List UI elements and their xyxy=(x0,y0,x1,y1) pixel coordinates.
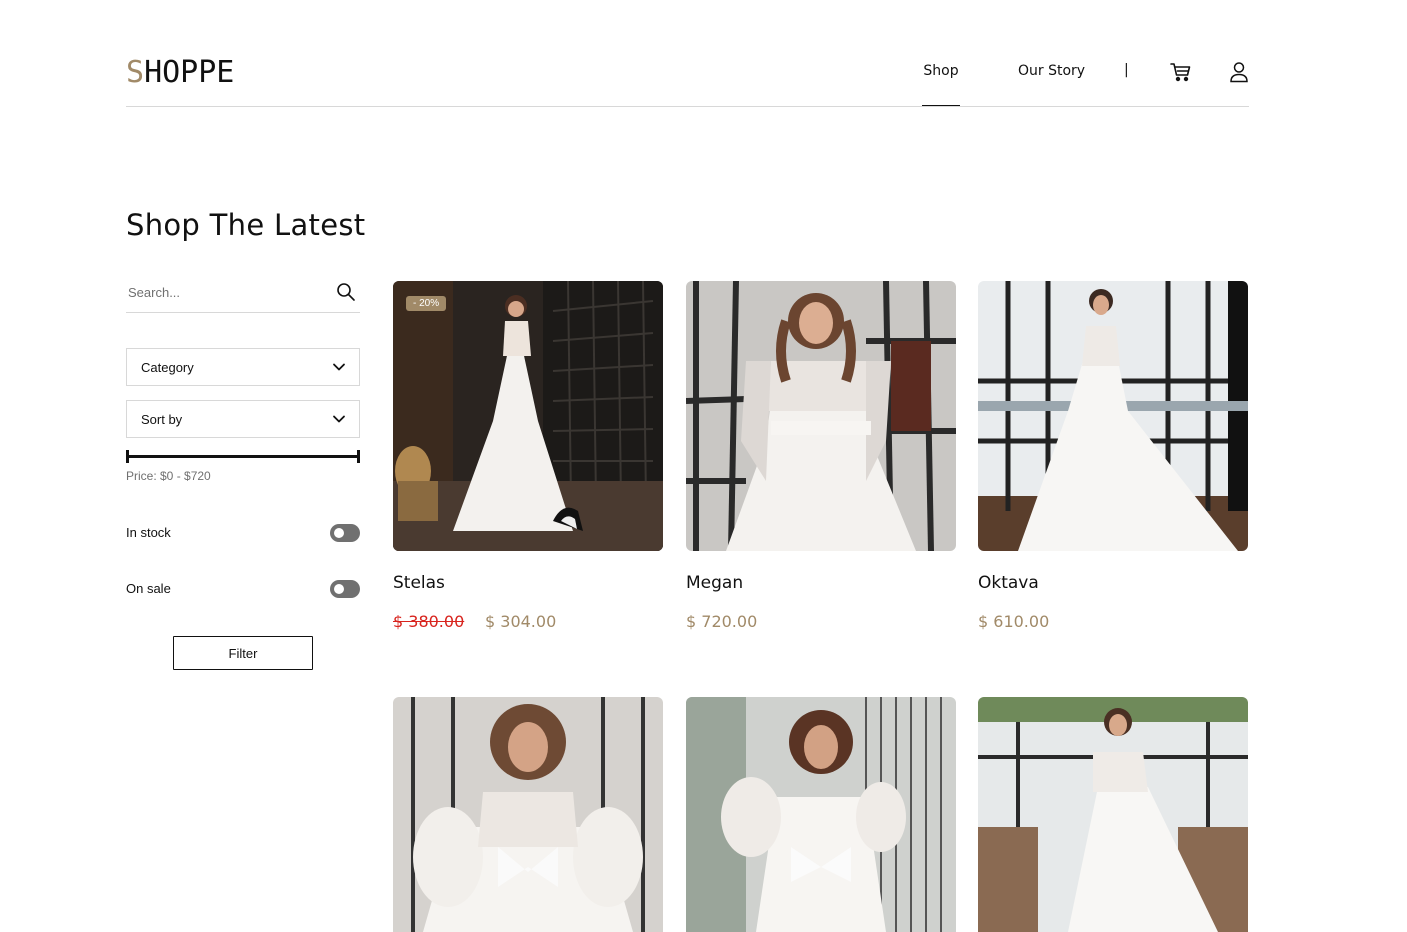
nav-shop-link[interactable]: Shop xyxy=(922,63,960,105)
on-sale-label: On sale xyxy=(126,581,171,596)
toggle-knob xyxy=(334,528,344,538)
product-image[interactable] xyxy=(978,697,1248,932)
nav-active-underline xyxy=(922,105,960,106)
product-price: $ 610.00 xyxy=(978,612,1050,631)
toggle-knob xyxy=(334,584,344,594)
price-range-track[interactable] xyxy=(126,455,360,458)
price-range-max-handle[interactable] xyxy=(357,450,360,463)
search-input[interactable] xyxy=(126,278,330,306)
chevron-down-icon xyxy=(332,361,346,373)
nav-our-story-link[interactable]: Our Story xyxy=(1018,63,1085,79)
sale-badge: - 20% xyxy=(406,296,447,311)
category-select-label: Category xyxy=(141,360,194,375)
product-price: $ 304.00 xyxy=(485,612,557,631)
product-name[interactable]: Stelas xyxy=(393,573,445,593)
site-logo[interactable]: SHOPPE xyxy=(126,56,234,90)
product-image-stelas[interactable]: - 20% xyxy=(393,281,663,551)
user-icon[interactable] xyxy=(1229,61,1249,83)
page-title: Shop The Latest xyxy=(126,208,366,242)
search-box xyxy=(126,278,360,313)
product-image[interactable] xyxy=(686,697,956,932)
search-icon[interactable] xyxy=(336,282,356,302)
site-header: SHOPPE Shop Our Story | xyxy=(126,0,1249,107)
on-sale-toggle[interactable] xyxy=(330,580,360,598)
product-name[interactable]: Megan xyxy=(686,573,743,593)
product-old-price: $ 380.00 xyxy=(393,612,465,631)
cart-icon[interactable] xyxy=(1170,62,1192,82)
sort-select-label: Sort by xyxy=(141,412,183,427)
in-stock-toggle[interactable] xyxy=(330,524,360,542)
sort-select[interactable]: Sort by xyxy=(126,400,360,438)
category-select[interactable]: Category xyxy=(126,348,360,386)
chevron-down-icon xyxy=(332,413,346,425)
filter-button[interactable]: Filter xyxy=(173,636,313,670)
product-name[interactable]: Oktava xyxy=(978,573,1039,593)
logo-first-letter: S xyxy=(126,55,145,90)
product-image-oktava[interactable] xyxy=(978,281,1248,551)
product-image-megan[interactable] xyxy=(686,281,956,551)
nav-separator: | xyxy=(1124,62,1129,78)
product-image[interactable] xyxy=(393,697,663,932)
price-range-label: Price: $0 - $720 xyxy=(126,469,211,483)
price-range-min-handle[interactable] xyxy=(126,450,129,463)
logo-rest: HOPPE xyxy=(144,55,235,90)
product-price: $ 720.00 xyxy=(686,612,758,631)
in-stock-label: In stock xyxy=(126,525,171,540)
